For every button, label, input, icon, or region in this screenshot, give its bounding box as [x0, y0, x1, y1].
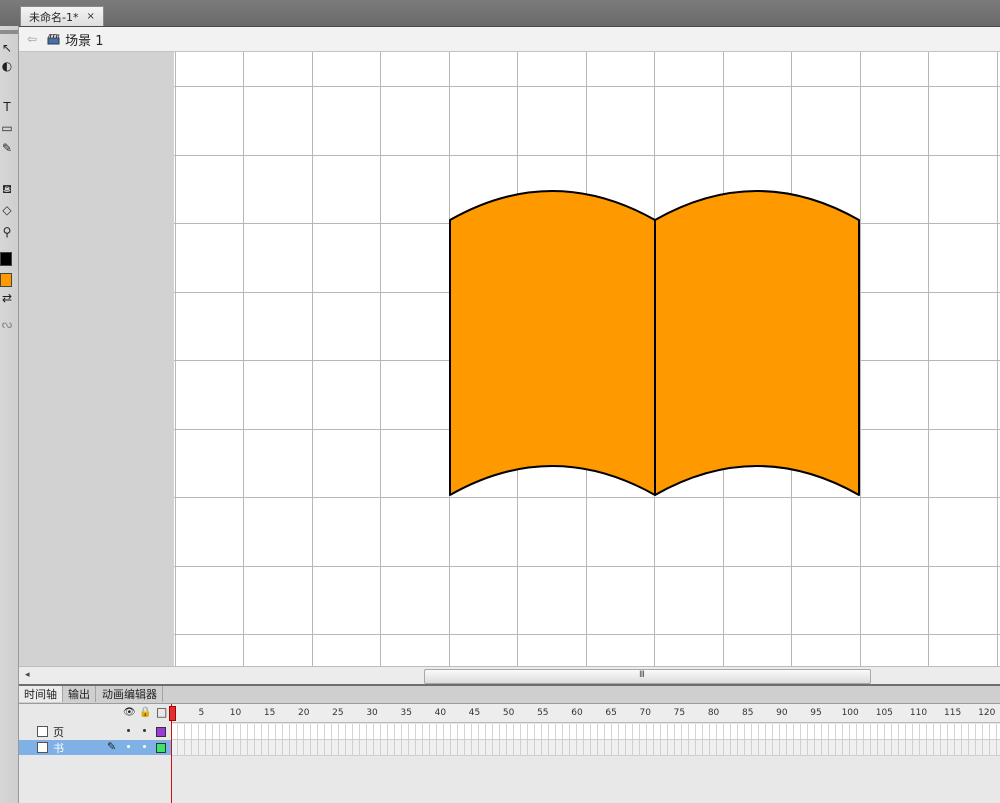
lock-icon[interactable]: 🔒 [139, 707, 151, 718]
tab-timeline[interactable]: 时间轴 [19, 686, 63, 702]
ruler-frame-label: 80 [707, 708, 720, 718]
ruler-frame-label: 45 [468, 708, 481, 718]
eraser-tool-icon[interactable]: ◇ [0, 202, 14, 218]
panel-tab-bar: 时间轴 输出 动画编辑器 [19, 686, 1000, 704]
scroll-left-icon[interactable]: ◂ [25, 670, 30, 680]
scrollbar-thumb[interactable]: III [424, 669, 871, 684]
book-shape[interactable] [449, 190, 860, 496]
ruler-frame-label: 95 [810, 708, 822, 718]
ruler-frame-label: 90 [776, 708, 788, 718]
snap-to-objects-icon[interactable]: ᔓ [0, 316, 14, 332]
pasteboard [19, 52, 1000, 666]
tab-motion-editor[interactable]: 动画编辑器 [97, 686, 163, 702]
ruler-frame-label: 100 [841, 708, 859, 718]
ruler-frame-label: 75 [673, 708, 686, 718]
text-tool-icon[interactable]: T [0, 99, 14, 115]
lock-dot[interactable] [143, 745, 146, 748]
ruler-frame-label: 120 [978, 708, 996, 718]
ruler-frame-label: 65 [605, 708, 617, 718]
ruler-frame-label: 105 [875, 708, 893, 718]
document-tab-title: 未命名-1* [29, 10, 79, 24]
layer-header: 👁 🔒 □ [19, 704, 171, 722]
layer-name[interactable]: 页 [53, 724, 64, 740]
ruler-frame-label: 60 [571, 708, 583, 718]
frame-grid[interactable] [171, 723, 1000, 756]
visibility-dot[interactable] [127, 745, 130, 748]
horizontal-scrollbar[interactable]: ◂ III [19, 666, 1000, 685]
layer-row[interactable]: 页 [19, 724, 171, 739]
ruler-frame-label: 15 [263, 708, 276, 718]
ruler-frame-label: 35 [400, 708, 412, 718]
ruler-frame-label: 20 [298, 708, 310, 718]
ruler-frame-label: 50 [502, 708, 515, 718]
ruler-frame-label: 30 [366, 708, 378, 718]
breadcrumb: ⇦ 场景 1 [19, 27, 1000, 52]
stage-canvas[interactable] [174, 52, 1000, 666]
frame-ruler[interactable]: 1510152025303540455055606570758085909510… [171, 704, 1000, 723]
layer-color-box[interactable] [156, 743, 166, 753]
stage[interactable] [174, 52, 1000, 666]
stroke-color-swatch[interactable] [0, 252, 12, 266]
scene-label[interactable]: 场景 1 [65, 30, 103, 49]
book-right-page[interactable] [654, 190, 860, 496]
zoom-tool-icon[interactable]: ⚲ [0, 224, 14, 240]
scrollbar-grip: III [639, 670, 645, 680]
timeline-panel: 👁 🔒 □ 页 书 ✎ 1510152025303540455055606570… [19, 704, 1000, 803]
eye-icon[interactable]: 👁 [123, 707, 136, 718]
lock-dot[interactable] [143, 729, 146, 732]
back-arrow-icon[interactable]: ⇦ [27, 32, 37, 46]
ruler-frame-label: 115 [944, 708, 962, 718]
book-left-page[interactable] [449, 190, 656, 496]
playhead[interactable] [169, 706, 176, 721]
fill-color-swatch[interactable] [0, 273, 12, 287]
document-tab-bar: 未命名-1* × [0, 0, 1000, 27]
layer-icon [37, 742, 48, 753]
selection-tool-icon[interactable]: ↖ [0, 40, 14, 56]
tools-panel: ↖ ◐ T ▭ ✎ ⛾ ◇ ⚲ ⇄ ᔓ [0, 26, 19, 803]
ruler-frame-label: 40 [434, 708, 447, 718]
frame-row[interactable] [171, 740, 1000, 756]
rectangle-tool-icon[interactable]: ▭ [0, 120, 14, 136]
layer-row[interactable]: 书 ✎ [19, 740, 171, 755]
ruler-frame-label: 25 [332, 708, 344, 718]
swap-colors-icon[interactable]: ⇄ [0, 290, 14, 306]
tools-panel-grip[interactable] [0, 30, 18, 34]
outline-icon[interactable]: □ [156, 705, 167, 719]
pencil-tool-icon[interactable]: ✎ [0, 140, 14, 156]
lasso-tool-icon[interactable]: ◐ [0, 58, 14, 74]
ruler-frame-label: 10 [229, 708, 242, 718]
layer-icon [37, 726, 48, 737]
scene-clapper-icon [47, 33, 60, 45]
ruler-frame-label: 110 [909, 708, 928, 718]
frame-row[interactable] [171, 724, 1000, 740]
layer-name[interactable]: 书 [53, 740, 64, 756]
ruler-frame-label: 70 [639, 708, 651, 718]
ruler-frame-label: 5 [198, 708, 205, 718]
layer-color-box[interactable] [156, 727, 166, 737]
paint-bucket-tool-icon[interactable]: ⛾ [0, 182, 14, 198]
close-icon[interactable]: × [86, 11, 94, 22]
visibility-dot[interactable] [127, 729, 130, 732]
document-tab[interactable]: 未命名-1* × [20, 6, 104, 26]
ruler-frame-label: 85 [741, 708, 754, 718]
ruler-frame-label: 55 [537, 708, 549, 718]
pencil-icon: ✎ [107, 740, 117, 753]
tab-output[interactable]: 输出 [63, 686, 96, 702]
